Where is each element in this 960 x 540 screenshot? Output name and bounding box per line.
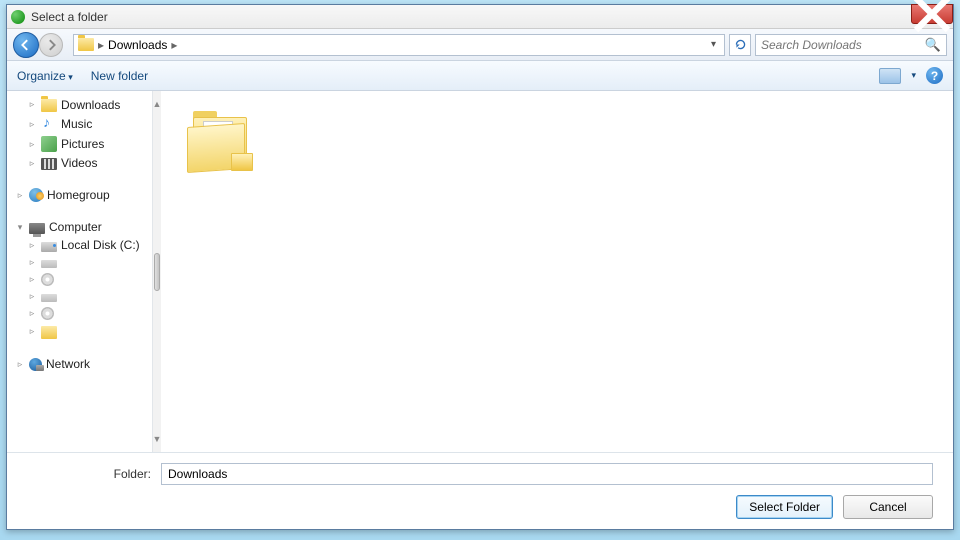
sidebar-item-label: Videos <box>61 156 97 170</box>
disk-icon <box>41 242 57 252</box>
pictures-icon <box>41 136 57 152</box>
sidebar-item-local-disk[interactable]: ▹Local Disk (C:) <box>9 236 150 254</box>
chevron-down-icon[interactable]: ▾ <box>911 70 916 81</box>
folder-item[interactable] <box>187 111 257 173</box>
organize-menu[interactable]: Organize <box>17 69 73 83</box>
computer-icon <box>29 223 45 234</box>
folder-icon <box>78 38 94 51</box>
homegroup-icon <box>29 188 43 202</box>
titlebar: Select a folder <box>7 5 953 29</box>
scrollbar-thumb[interactable] <box>154 253 160 291</box>
search-box[interactable]: 🔍 <box>755 34 947 56</box>
sidebar-item-label: Downloads <box>61 98 120 112</box>
sidebar-item-optical[interactable]: ▹ <box>9 304 150 322</box>
folder-icon <box>41 99 57 112</box>
sidebar-item-optical[interactable]: ▹ <box>9 270 150 288</box>
sidebar-item-pictures[interactable]: ▹Pictures <box>9 134 150 154</box>
navigation-tree: ▹Downloads ▹Music ▹Pictures ▹Videos ▹Hom… <box>7 91 153 452</box>
refresh-icon <box>734 38 747 51</box>
network-icon <box>29 358 42 371</box>
app-icon <box>11 10 25 24</box>
drive-icon <box>41 294 57 302</box>
sidebar-item-label: Music <box>61 117 92 131</box>
folder-content[interactable] <box>161 91 953 452</box>
search-input[interactable] <box>761 38 925 52</box>
sidebar-item-drive[interactable]: ▹ <box>9 288 150 304</box>
cancel-button[interactable]: Cancel <box>843 495 933 519</box>
disc-icon <box>41 307 54 320</box>
help-button[interactable] <box>926 67 943 84</box>
folder-picker-dialog: Select a folder ▸ Downloads ▸ ▾ 🔍 Organi… <box>6 4 954 530</box>
arrow-right-icon <box>45 39 57 51</box>
music-icon <box>41 116 57 132</box>
search-icon: 🔍 <box>925 37 941 53</box>
sidebar-item-computer[interactable]: ▾Computer <box>9 218 150 236</box>
sidebar-item-label: Network <box>46 357 90 371</box>
breadcrumb-sep-icon: ▸ <box>98 38 104 52</box>
view-options-button[interactable] <box>879 68 901 84</box>
breadcrumb-dropdown[interactable]: ▾ <box>707 39 720 50</box>
sidebar-item-music[interactable]: ▹Music <box>9 114 150 134</box>
sidebar-item-label: Computer <box>49 220 102 234</box>
removable-icon <box>41 326 57 339</box>
sidebar-item-network[interactable]: ▹Network <box>9 355 150 373</box>
sidebar-item-drive[interactable]: ▹ <box>9 254 150 270</box>
toolbar: Organize New folder ▾ <box>7 61 953 91</box>
breadcrumb-sep-icon: ▸ <box>171 38 177 52</box>
arrow-left-icon <box>20 39 32 51</box>
window-title: Select a folder <box>31 10 108 24</box>
drive-icon <box>41 260 57 268</box>
sidebar-item-label: Pictures <box>61 137 104 151</box>
sidebar-item-videos[interactable]: ▹Videos <box>9 154 150 172</box>
breadcrumb-current[interactable]: Downloads <box>108 38 167 52</box>
body: ▹Downloads ▹Music ▹Pictures ▹Videos ▹Hom… <box>7 91 953 452</box>
nav-forward-button[interactable] <box>39 33 63 57</box>
video-icon <box>41 158 57 170</box>
folder-label: Folder: <box>21 467 151 481</box>
refresh-button[interactable] <box>729 34 751 56</box>
sidebar-item-homegroup[interactable]: ▹Homegroup <box>9 186 150 204</box>
sidebar-item-downloads[interactable]: ▹Downloads <box>9 95 150 114</box>
sidebar-item-label: Local Disk (C:) <box>61 238 140 252</box>
footer: Folder: Select Folder Cancel <box>7 452 953 529</box>
select-folder-button[interactable]: Select Folder <box>736 495 833 519</box>
disc-icon <box>41 273 54 286</box>
new-folder-button[interactable]: New folder <box>91 69 148 83</box>
breadcrumb[interactable]: ▸ Downloads ▸ ▾ <box>73 34 725 56</box>
splitter[interactable]: ▲ ▼ <box>153 91 161 452</box>
nav-back-button[interactable] <box>13 32 39 58</box>
sidebar-item-label: Homegroup <box>47 188 110 202</box>
close-icon <box>912 0 952 34</box>
navbar: ▸ Downloads ▸ ▾ 🔍 <box>7 29 953 61</box>
sidebar-item-removable[interactable]: ▹ <box>9 322 150 341</box>
folder-name-input[interactable] <box>161 463 933 485</box>
close-button[interactable] <box>911 4 953 24</box>
